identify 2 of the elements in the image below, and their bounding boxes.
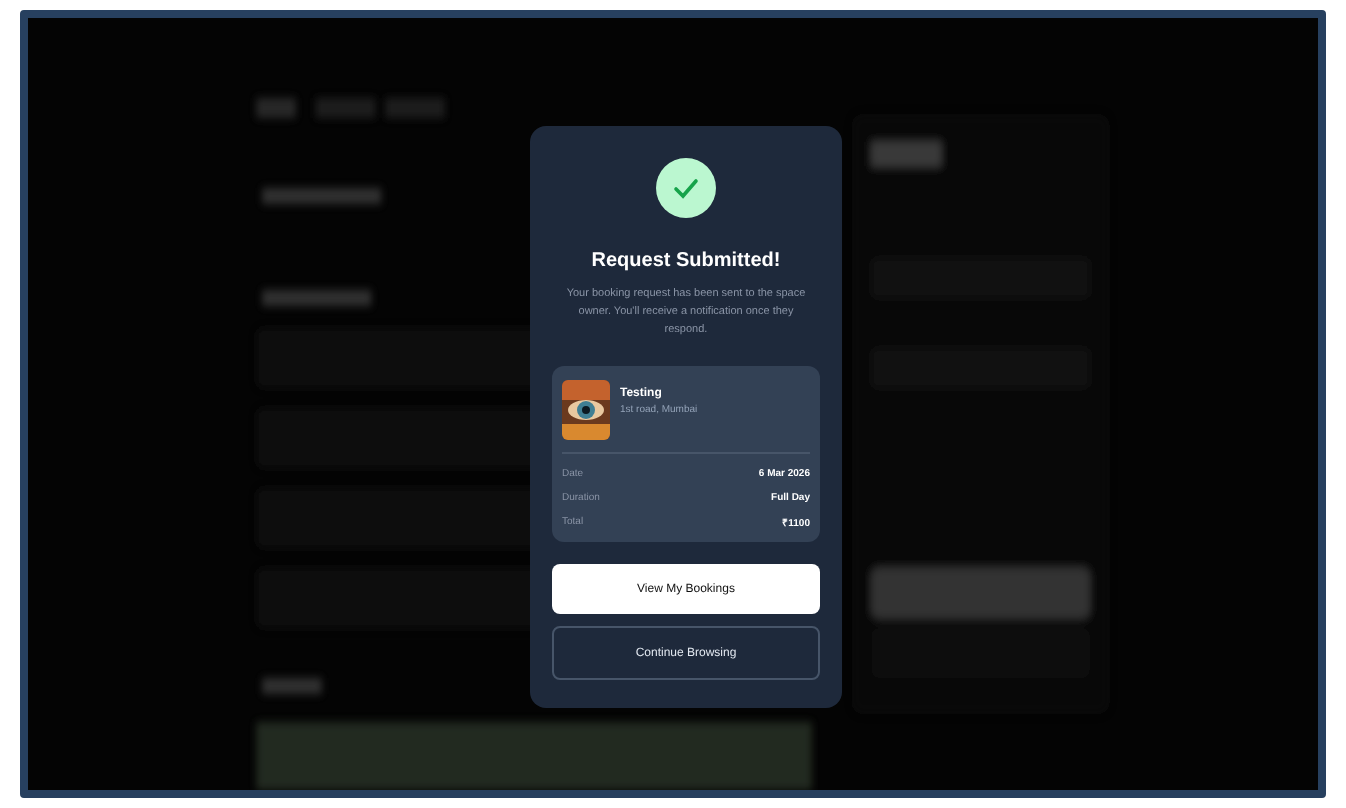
checkmark-icon [656,158,716,218]
dialog-title: Request Submitted! [591,250,781,272]
